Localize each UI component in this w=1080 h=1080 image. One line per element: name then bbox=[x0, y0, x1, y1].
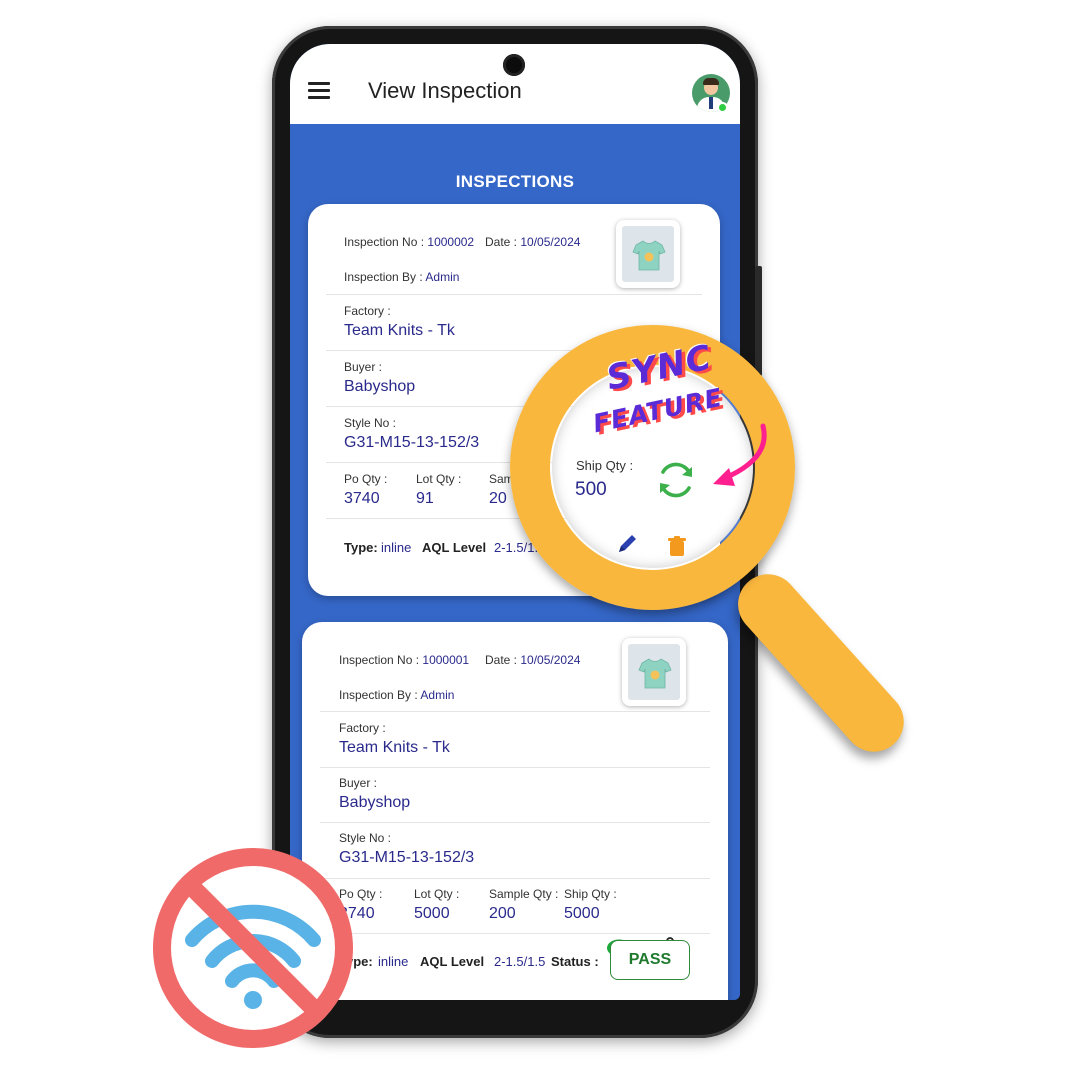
buyer-value: Babyshop bbox=[339, 794, 411, 811]
divider bbox=[320, 822, 710, 823]
sample-qty-value: 20 bbox=[489, 490, 507, 507]
aql-level-label: AQL Level bbox=[422, 540, 487, 555]
section-heading: INSPECTIONS bbox=[455, 172, 575, 191]
inspection-no-value: 1000002 bbox=[427, 235, 475, 249]
status-pass-button[interactable]: PASS bbox=[610, 940, 690, 980]
date-label: Date : bbox=[485, 235, 518, 249]
inspection-by-label: Inspection By : bbox=[339, 688, 418, 702]
lot-qty-value: 91 bbox=[416, 490, 434, 507]
sample-qty-value: 200 bbox=[489, 905, 516, 922]
date-label: Date : bbox=[485, 653, 518, 667]
aql-level-value: 2-1.5/1.5 bbox=[494, 954, 546, 969]
style-no-label: Style No : bbox=[339, 831, 392, 845]
factory-value: Team Knits - Tk bbox=[344, 322, 455, 339]
ship-qty-value: 5000 bbox=[564, 905, 600, 922]
lot-qty-label: Lot Qty : bbox=[416, 472, 462, 486]
hamburger-menu-icon[interactable] bbox=[308, 82, 330, 100]
zoomed-ship-qty-label: Ship Qty : bbox=[576, 458, 634, 473]
lot-qty-label: Lot Qty : bbox=[414, 887, 460, 901]
inspection-by-label: Inspection By : bbox=[344, 270, 423, 284]
product-thumbnail[interactable] bbox=[622, 638, 686, 706]
divider bbox=[320, 711, 710, 712]
ship-qty-label: Ship Qty : bbox=[564, 887, 617, 901]
type-label: Type: bbox=[344, 540, 378, 555]
aql-level-label: AQL Level bbox=[420, 954, 485, 969]
page-title: View Inspection bbox=[368, 78, 522, 103]
divider bbox=[320, 878, 710, 879]
buyer-label: Buyer : bbox=[339, 776, 378, 790]
front-camera bbox=[503, 54, 525, 76]
sync-icon[interactable] bbox=[654, 458, 698, 502]
type-value: inline bbox=[381, 540, 412, 555]
inspection-card[interactable]: Inspection No : 1000001 Date : 10/05/202… bbox=[302, 622, 728, 1000]
tshirt-icon bbox=[638, 658, 672, 689]
lot-qty-value: 5000 bbox=[414, 905, 450, 922]
inspection-no-label: Inspection No : bbox=[344, 235, 425, 249]
stage: View Inspection INSPECTIONS Inspection N… bbox=[0, 0, 1080, 1080]
type-value: inline bbox=[378, 954, 409, 969]
zoomed-ship-qty-value: 500 bbox=[575, 479, 607, 500]
sample-qty-label: Sample Qty : bbox=[489, 887, 559, 901]
date-value: 10/05/2024 bbox=[520, 653, 581, 667]
date-value: 10/05/2024 bbox=[520, 235, 581, 249]
factory-value: Team Knits - Tk bbox=[339, 739, 450, 756]
style-no-label: Style No : bbox=[344, 416, 397, 430]
po-qty-label: Po Qty : bbox=[344, 472, 388, 486]
pointer-arrow-icon bbox=[713, 423, 767, 486]
tshirt-icon bbox=[632, 240, 666, 271]
inspection-by-value: Admin bbox=[425, 270, 460, 284]
buyer-label: Buyer : bbox=[344, 360, 383, 374]
pencil-icon[interactable] bbox=[615, 532, 639, 556]
inspection-no-value: 1000001 bbox=[422, 653, 470, 667]
divider bbox=[326, 294, 702, 295]
divider bbox=[320, 933, 710, 934]
status-label: Status : bbox=[551, 954, 599, 969]
factory-label: Factory : bbox=[339, 721, 386, 735]
po-qty-value: 3740 bbox=[344, 490, 380, 507]
style-no-value: G31-M15-13-152/3 bbox=[344, 434, 480, 451]
product-thumbnail[interactable] bbox=[616, 220, 680, 288]
style-no-value: G31-M15-13-152/3 bbox=[339, 849, 475, 866]
no-wifi-icon bbox=[153, 848, 353, 1048]
inspection-no-label: Inspection No : bbox=[339, 653, 420, 667]
buyer-value: Babyshop bbox=[344, 378, 416, 395]
online-status-indicator bbox=[717, 102, 728, 113]
inspection-by-value: Admin bbox=[420, 688, 455, 702]
factory-label: Factory : bbox=[344, 304, 391, 318]
phone-side-button bbox=[755, 266, 762, 376]
trash-icon[interactable] bbox=[668, 536, 686, 556]
divider bbox=[320, 767, 710, 768]
